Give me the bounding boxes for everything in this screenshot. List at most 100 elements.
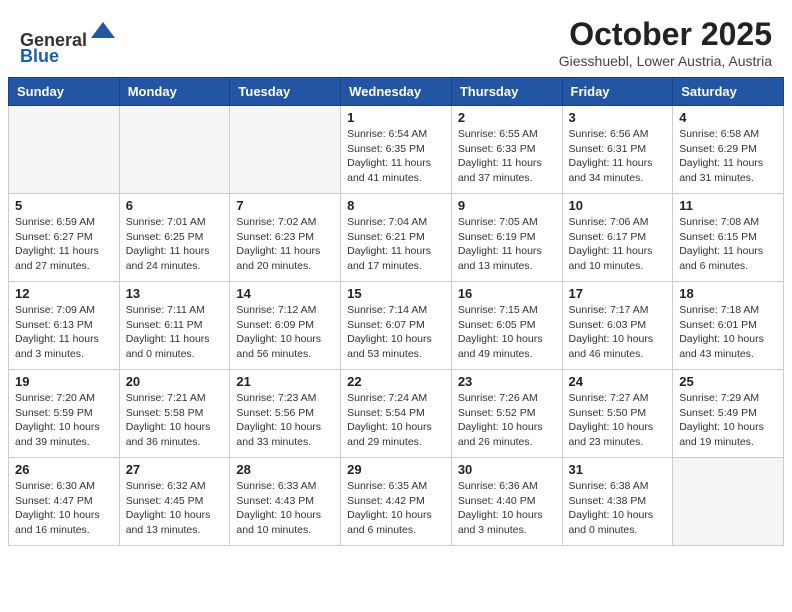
day-number: 4 xyxy=(679,110,777,125)
day-number: 25 xyxy=(679,374,777,389)
weekday-header-tuesday: Tuesday xyxy=(230,78,341,106)
calendar-day-cell xyxy=(9,106,120,194)
calendar-wrapper: SundayMondayTuesdayWednesdayThursdayFrid… xyxy=(0,77,792,554)
calendar-week-row: 19 Sunrise: 7:20 AM Sunset: 5:59 PM Dayli… xyxy=(9,370,784,458)
calendar-week-row: 1 Sunrise: 6:54 AM Sunset: 6:35 PM Daylig… xyxy=(9,106,784,194)
day-number: 10 xyxy=(569,198,667,213)
day-info: Sunrise: 6:38 AM Sunset: 4:38 PM Dayligh… xyxy=(569,479,667,538)
day-info: Sunrise: 7:26 AM Sunset: 5:52 PM Dayligh… xyxy=(458,391,556,450)
day-info: Sunrise: 7:29 AM Sunset: 5:49 PM Dayligh… xyxy=(679,391,777,450)
calendar-day-cell: 22 Sunrise: 7:24 AM Sunset: 5:54 PM Dayli… xyxy=(341,370,452,458)
calendar-day-cell: 6 Sunrise: 7:01 AM Sunset: 6:25 PM Daylig… xyxy=(119,194,230,282)
day-info: Sunrise: 7:17 AM Sunset: 6:03 PM Dayligh… xyxy=(569,303,667,362)
calendar-day-cell: 25 Sunrise: 7:29 AM Sunset: 5:49 PM Dayli… xyxy=(673,370,784,458)
day-number: 21 xyxy=(236,374,334,389)
calendar-day-cell: 2Sunrise: 6:55 AM Sunset: 6:33 PM Daylig… xyxy=(451,106,562,194)
day-number: 23 xyxy=(458,374,556,389)
day-info: Sunrise: 6:35 AM Sunset: 4:42 PM Dayligh… xyxy=(347,479,445,538)
day-number: 9 xyxy=(458,198,556,213)
day-info: Sunrise: 7:02 AM Sunset: 6:23 PM Dayligh… xyxy=(236,215,334,274)
day-number: 3 xyxy=(569,110,667,125)
day-number: 5 xyxy=(15,198,113,213)
calendar-day-cell: 30 Sunrise: 6:36 AM Sunset: 4:40 PM Dayli… xyxy=(451,458,562,546)
calendar-day-cell: 12 Sunrise: 7:09 AM Sunset: 6:13 PM Dayli… xyxy=(9,282,120,370)
calendar-day-cell: 27Sunrise: 6:32 AM Sunset: 4:45 PM Dayli… xyxy=(119,458,230,546)
day-number: 2 xyxy=(458,110,556,125)
calendar-day-cell: 26 Sunrise: 6:30 AM Sunset: 4:47 PM Dayli… xyxy=(9,458,120,546)
day-number: 26 xyxy=(15,462,113,477)
calendar-week-row: 12 Sunrise: 7:09 AM Sunset: 6:13 PM Dayli… xyxy=(9,282,784,370)
day-info: Sunrise: 7:14 AM Sunset: 6:07 PM Dayligh… xyxy=(347,303,445,362)
day-info: Sunrise: 7:15 AM Sunset: 6:05 PM Dayligh… xyxy=(458,303,556,362)
calendar-day-cell: 1 Sunrise: 6:54 AM Sunset: 6:35 PM Daylig… xyxy=(341,106,452,194)
day-info: Sunrise: 6:32 AM Sunset: 4:45 PM Dayligh… xyxy=(126,479,224,538)
day-number: 13 xyxy=(126,286,224,301)
day-number: 29 xyxy=(347,462,445,477)
day-number: 7 xyxy=(236,198,334,213)
day-info: Sunrise: 7:27 AM Sunset: 5:50 PM Dayligh… xyxy=(569,391,667,450)
calendar-day-cell: 15Sunrise: 7:14 AM Sunset: 6:07 PM Dayli… xyxy=(341,282,452,370)
day-number: 20 xyxy=(126,374,224,389)
day-number: 12 xyxy=(15,286,113,301)
calendar-day-cell xyxy=(230,106,341,194)
calendar-day-cell: 24 Sunrise: 7:27 AM Sunset: 5:50 PM Dayli… xyxy=(562,370,673,458)
day-info: Sunrise: 6:56 AM Sunset: 6:31 PM Dayligh… xyxy=(569,127,667,186)
day-info: Sunrise: 6:36 AM Sunset: 4:40 PM Dayligh… xyxy=(458,479,556,538)
calendar-week-row: 5Sunrise: 6:59 AM Sunset: 6:27 PM Daylig… xyxy=(9,194,784,282)
day-info: Sunrise: 7:09 AM Sunset: 6:13 PM Dayligh… xyxy=(15,303,113,362)
calendar-day-cell: 9 Sunrise: 7:05 AM Sunset: 6:19 PM Daylig… xyxy=(451,194,562,282)
day-number: 30 xyxy=(458,462,556,477)
calendar-day-cell: 20Sunrise: 7:21 AM Sunset: 5:58 PM Dayli… xyxy=(119,370,230,458)
day-info: Sunrise: 7:01 AM Sunset: 6:25 PM Dayligh… xyxy=(126,215,224,274)
day-number: 28 xyxy=(236,462,334,477)
calendar-day-cell: 3 Sunrise: 6:56 AM Sunset: 6:31 PM Daylig… xyxy=(562,106,673,194)
calendar-day-cell: 21 Sunrise: 7:23 AM Sunset: 5:56 PM Dayli… xyxy=(230,370,341,458)
day-number: 11 xyxy=(679,198,777,213)
logo-icon xyxy=(89,18,117,46)
day-number: 6 xyxy=(126,198,224,213)
day-number: 24 xyxy=(569,374,667,389)
weekday-header-saturday: Saturday xyxy=(673,78,784,106)
day-info: Sunrise: 7:11 AM Sunset: 6:11 PM Dayligh… xyxy=(126,303,224,362)
weekday-header-row: SundayMondayTuesdayWednesdayThursdayFrid… xyxy=(9,78,784,106)
calendar-day-cell: 5Sunrise: 6:59 AM Sunset: 6:27 PM Daylig… xyxy=(9,194,120,282)
day-info: Sunrise: 6:54 AM Sunset: 6:35 PM Dayligh… xyxy=(347,127,445,186)
day-info: Sunrise: 7:12 AM Sunset: 6:09 PM Dayligh… xyxy=(236,303,334,362)
day-info: Sunrise: 7:24 AM Sunset: 5:54 PM Dayligh… xyxy=(347,391,445,450)
day-info: Sunrise: 7:06 AM Sunset: 6:17 PM Dayligh… xyxy=(569,215,667,274)
day-number: 17 xyxy=(569,286,667,301)
location-subtitle: Giesshuebl, Lower Austria, Austria xyxy=(559,53,772,69)
day-number: 19 xyxy=(15,374,113,389)
calendar-day-cell: 23 Sunrise: 7:26 AM Sunset: 5:52 PM Dayli… xyxy=(451,370,562,458)
weekday-header-wednesday: Wednesday xyxy=(341,78,452,106)
day-info: Sunrise: 7:08 AM Sunset: 6:15 PM Dayligh… xyxy=(679,215,777,274)
calendar-day-cell: 14Sunrise: 7:12 AM Sunset: 6:09 PM Dayli… xyxy=(230,282,341,370)
day-info: Sunrise: 7:05 AM Sunset: 6:19 PM Dayligh… xyxy=(458,215,556,274)
logo: General Blue xyxy=(20,18,117,67)
logo-blue-text: Blue xyxy=(20,46,59,66)
day-number: 1 xyxy=(347,110,445,125)
calendar-day-cell xyxy=(673,458,784,546)
day-info: Sunrise: 6:58 AM Sunset: 6:29 PM Dayligh… xyxy=(679,127,777,186)
calendar-table: SundayMondayTuesdayWednesdayThursdayFrid… xyxy=(8,77,784,546)
calendar-day-cell: 13 Sunrise: 7:11 AM Sunset: 6:11 PM Dayli… xyxy=(119,282,230,370)
title-block: October 2025 Giesshuebl, Lower Austria, … xyxy=(559,16,772,69)
page-header: General Blue October 2025 Giesshuebl, Lo… xyxy=(0,0,792,77)
day-number: 22 xyxy=(347,374,445,389)
day-number: 8 xyxy=(347,198,445,213)
calendar-day-cell: 28 Sunrise: 6:33 AM Sunset: 4:43 PM Dayli… xyxy=(230,458,341,546)
calendar-day-cell: 29 Sunrise: 6:35 AM Sunset: 4:42 PM Dayli… xyxy=(341,458,452,546)
day-info: Sunrise: 7:23 AM Sunset: 5:56 PM Dayligh… xyxy=(236,391,334,450)
day-info: Sunrise: 6:30 AM Sunset: 4:47 PM Dayligh… xyxy=(15,479,113,538)
calendar-day-cell: 17 Sunrise: 7:17 AM Sunset: 6:03 PM Dayli… xyxy=(562,282,673,370)
calendar-day-cell: 8 Sunrise: 7:04 AM Sunset: 6:21 PM Daylig… xyxy=(341,194,452,282)
day-info: Sunrise: 7:20 AM Sunset: 5:59 PM Dayligh… xyxy=(15,391,113,450)
weekday-header-sunday: Sunday xyxy=(9,78,120,106)
weekday-header-monday: Monday xyxy=(119,78,230,106)
calendar-day-cell: 31Sunrise: 6:38 AM Sunset: 4:38 PM Dayli… xyxy=(562,458,673,546)
day-number: 18 xyxy=(679,286,777,301)
day-info: Sunrise: 6:33 AM Sunset: 4:43 PM Dayligh… xyxy=(236,479,334,538)
calendar-day-cell: 7 Sunrise: 7:02 AM Sunset: 6:23 PM Daylig… xyxy=(230,194,341,282)
day-info: Sunrise: 7:18 AM Sunset: 6:01 PM Dayligh… xyxy=(679,303,777,362)
day-info: Sunrise: 7:04 AM Sunset: 6:21 PM Dayligh… xyxy=(347,215,445,274)
